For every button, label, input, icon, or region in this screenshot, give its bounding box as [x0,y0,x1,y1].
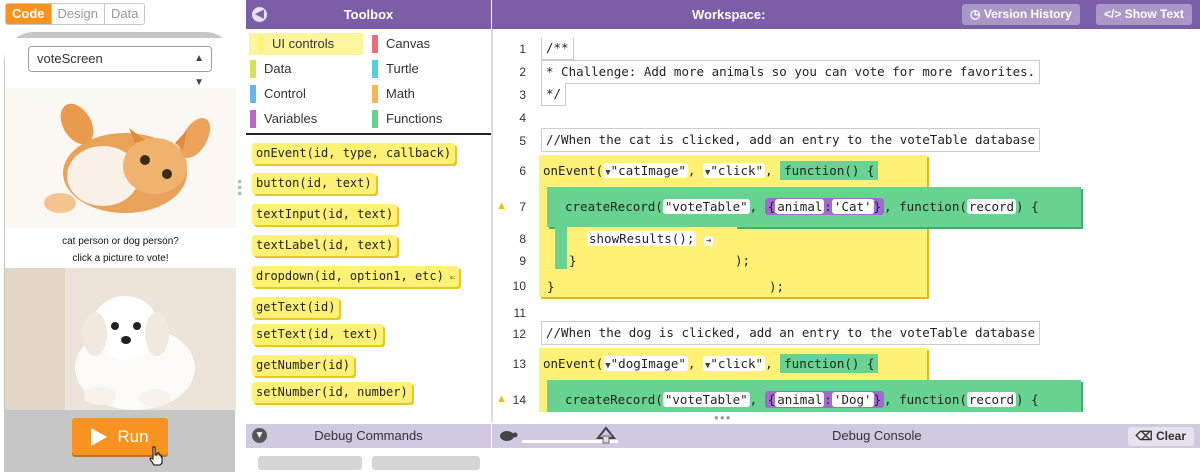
toolbox-blocks: onEvent(id, type, callback) button(id, t… [246,136,491,412]
closing-brace: } [547,279,555,294]
code-icon: </> [1104,7,1122,21]
comment-line[interactable]: //When the cat is clicked, add an entry … [541,128,1041,152]
debug-console-label: Debug Console [832,428,922,443]
hand-pointer-icon [148,446,164,471]
closing-paren: ); [769,279,785,294]
debug-commands-header[interactable]: ▼ Debug Commands [246,424,491,448]
prompt-line-2: click a picture to vote! [72,253,169,264]
category-math[interactable]: Math [372,83,415,105]
line-number: 7 [519,200,526,214]
code-workspace[interactable]: 1 2 3 4 5 6 ▲ 7 8 9 10 11 12 13 ▲ 14 /**… [493,29,1200,412]
line-number: 10 [512,279,526,293]
function-record-keyword[interactable]: function(record) { [899,392,1039,407]
block-textInput[interactable]: textInput(id, text) [252,204,398,225]
split-resize-handle[interactable]: ●●● [714,413,732,422]
block-button[interactable]: button(id, text) [252,173,376,194]
function-keyword[interactable]: function() { [780,161,879,180]
category-functions[interactable]: Functions [372,108,442,130]
prompt-line-1: cat person or dog person? [62,236,179,247]
line-number: 5 [519,134,526,148]
category-variables[interactable]: Variables [250,108,317,130]
comment-line[interactable]: /** [541,37,574,60]
object-literal-cat[interactable]: {animal: 'Cat'} [764,198,885,215]
onEvent-keyword: onEvent( [543,163,604,178]
category-control[interactable]: Control [250,83,306,105]
block-textLabel[interactable]: textLabel(id, text) [252,235,398,256]
category-ui-controls[interactable]: UI controls [258,33,334,55]
block-setText[interactable]: setText(id, text) [252,324,383,345]
toolbox-header: ◀ Toolbox [246,0,491,29]
createRecord-keyword: createRecord( [565,199,663,214]
toolbox-categories: UI controls Canvas Data Turtle Control M… [246,29,491,135]
block-setNumber[interactable]: setNumber(id, number) [252,382,412,403]
line-number: 1 [519,42,526,56]
comment-line[interactable]: * Challenge: Add more animals so you can… [541,60,1041,84]
turtle-icon [500,431,518,441]
block-dropdown[interactable]: dropdown(id, option1, etc) ⇐ [252,266,460,287]
tab-code[interactable]: Code [6,4,52,24]
speed-slider-handle-icon[interactable] [596,426,616,444]
comment-line[interactable]: //When the dog is clicked, add an entry … [541,321,1041,345]
screen-selector-value: voteScreen [37,51,103,66]
line-number: 12 [512,327,526,341]
line-number: 13 [512,357,526,371]
debug-console-header: Debug Console ⌫ Clear [492,424,1200,448]
workspace-title: Workspace: [692,7,766,22]
category-canvas[interactable]: Canvas [372,33,430,55]
line-number: 11 [513,306,526,320]
collapse-left-icon[interactable]: ◀ [252,7,267,22]
closing-paren: ); [735,253,751,268]
line-number: 3 [519,88,526,102]
collapse-down-icon[interactable]: ▼ [252,428,267,443]
app-preview-pane: Code Design Data voteScreen ▲ ▼ cat perso… [0,0,245,472]
toolbox-title: Toolbox [343,7,394,22]
line-number: 2 [519,65,526,79]
dropdown-catImage[interactable]: ▼"catImage" [603,163,688,178]
run-button-label: Run [117,426,149,446]
block-onEvent[interactable]: onEvent(id, type, callback) [252,143,456,164]
cat-image[interactable] [5,88,236,228]
dropdown-click[interactable]: ▼"click" [702,356,766,371]
showResults-call[interactable]: showResults(); [587,231,697,246]
version-history-button[interactable]: ◷ Version History [962,4,1080,25]
screen-selector[interactable]: voteScreen ▲ ▼ [28,46,212,88]
object-literal-dog[interactable]: {animal: 'Dog'} [764,391,885,408]
line-number: 4 [519,111,526,125]
debug-button-stub[interactable] [258,456,362,470]
line-number: 8 [519,232,526,246]
resize-handle[interactable]: ● ● ● [237,177,242,198]
line-number: 14 [512,393,526,407]
line-number: 6 [519,164,526,178]
table-name-literal[interactable]: "voteTable" [662,199,750,214]
clock-icon: ◷ [970,7,981,21]
arrow-right-icon: ⇥ [703,236,714,246]
block-getNumber[interactable]: getNumber(id) [252,355,354,376]
comment-line[interactable]: */ [541,83,567,106]
workspace-header: Workspace: ◷ Version History </> Show Te… [492,0,1200,29]
category-turtle[interactable]: Turtle [372,58,419,80]
dropdown-dogImage[interactable]: ▼"dogImage" [603,356,688,371]
arrow-left-icon: ⇐ [449,273,456,283]
show-text-button[interactable]: </> Show Text [1096,4,1192,25]
line-number: 9 [519,254,526,268]
clear-button[interactable]: ⌫ Clear [1127,427,1194,446]
function-keyword[interactable]: function() { [780,354,879,373]
eraser-icon: ⌫ [1135,429,1153,443]
debug-commands-label: Debug Commands [314,428,423,443]
block-getText[interactable]: getText(id) [252,297,340,318]
closing-brace: } [569,253,577,268]
mode-tabs: Code Design Data [5,3,146,25]
play-icon [91,427,108,446]
dog-image[interactable] [5,268,236,410]
function-record-keyword[interactable]: function(record) { [899,199,1039,214]
category-data[interactable]: Data [250,58,291,80]
tab-design[interactable]: Design [51,4,105,24]
debug-button-stub[interactable] [372,456,480,470]
table-name-literal[interactable]: "voteTable" [662,392,750,407]
dropdown-click[interactable]: ▼"click" [702,163,766,178]
tab-data[interactable]: Data [104,4,145,24]
